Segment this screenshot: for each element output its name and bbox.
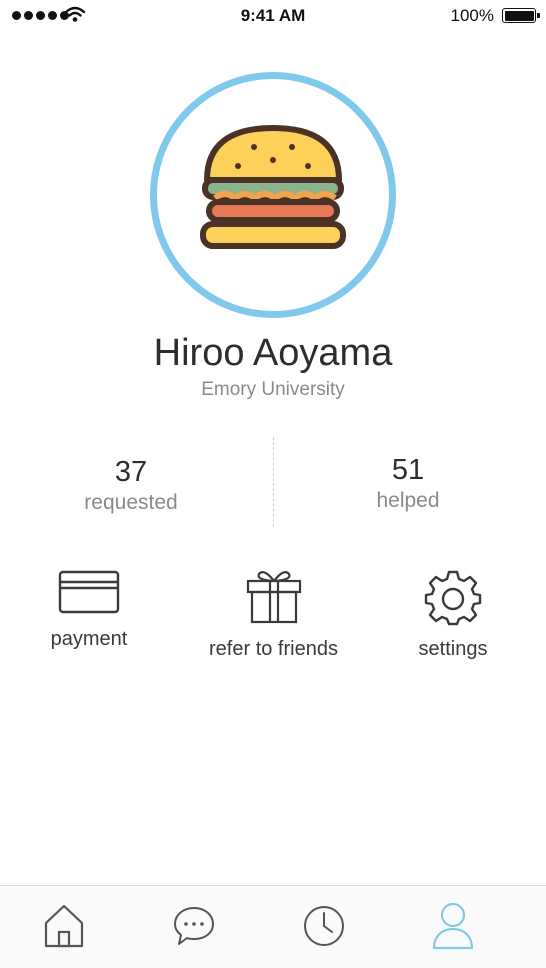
hamburger-icon — [200, 125, 346, 249]
battery-icon — [502, 8, 540, 23]
tab-profile[interactable] — [423, 900, 483, 952]
gift-icon — [246, 571, 301, 624]
stat-requested[interactable]: 37 requested — [31, 456, 231, 515]
helped-count: 51 — [391, 454, 425, 486]
tab-chat[interactable] — [164, 900, 224, 952]
refer-to-friends-label: refer to friends — [209, 638, 338, 660]
tab-home[interactable] — [34, 900, 94, 952]
clock-icon — [304, 906, 344, 946]
tab-history[interactable] — [294, 900, 354, 952]
payment-label: payment — [50, 628, 128, 650]
stats-divider — [273, 437, 274, 527]
settings-label: settings — [418, 638, 488, 660]
home-icon — [44, 904, 84, 948]
refer-to-friends-button[interactable]: refer to friends — [190, 566, 357, 661]
gear-icon — [424, 570, 482, 626]
profile-icon — [432, 902, 474, 950]
battery-percentage: 100% — [450, 6, 494, 25]
status-bar: 9:41 AM 100% — [0, 0, 546, 32]
user-name: Hiroo Aoyama — [153, 332, 393, 374]
payment-button[interactable]: payment — [34, 568, 144, 651]
requested-count: 37 — [114, 456, 148, 488]
user-school: Emory University — [201, 379, 345, 400]
chat-icon — [174, 907, 214, 945]
requested-label: requested — [84, 491, 178, 514]
settings-button[interactable]: settings — [400, 568, 506, 661]
stat-helped[interactable]: 51 helped — [308, 454, 508, 513]
tab-bar — [0, 885, 546, 968]
credit-card-icon — [58, 570, 120, 614]
helped-label: helped — [376, 489, 440, 512]
